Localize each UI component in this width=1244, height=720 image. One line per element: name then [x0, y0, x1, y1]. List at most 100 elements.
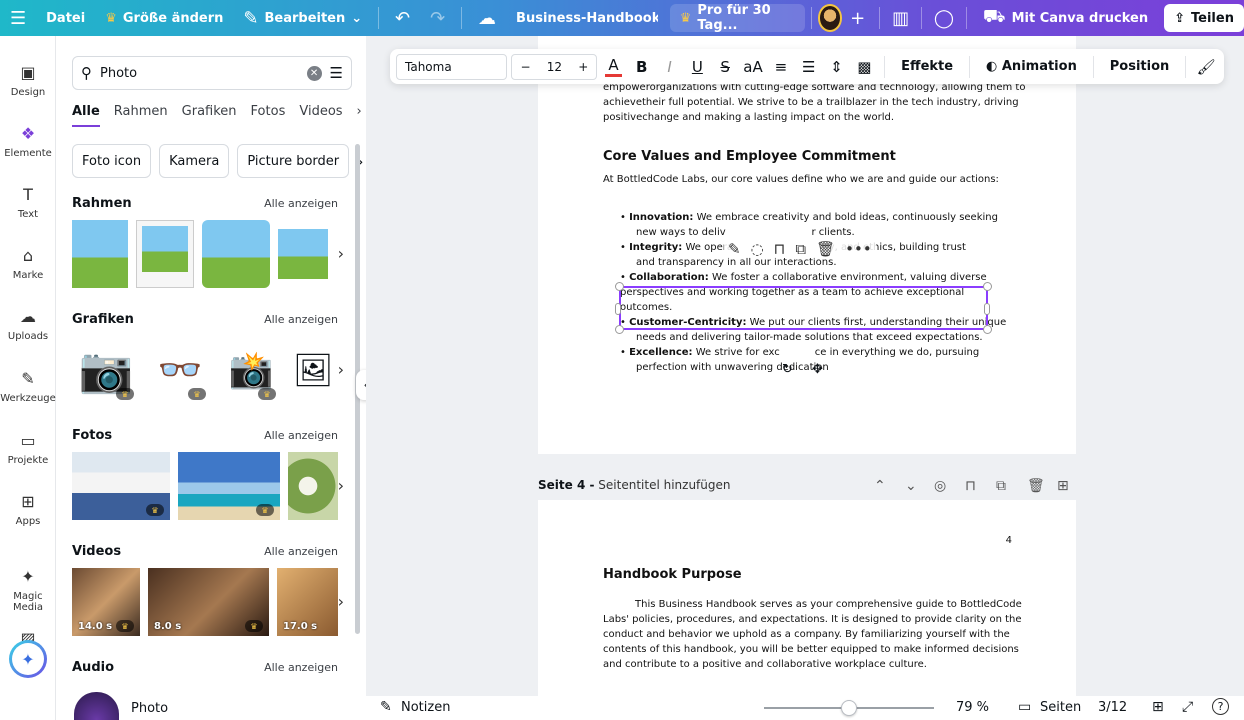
chevron-right-icon[interactable]: › [357, 104, 362, 127]
zoom-level[interactable]: 79 % [956, 700, 989, 715]
spacing-icon[interactable]: ⇕ [825, 58, 849, 76]
chip-photo-icon[interactable]: Foto icon [72, 144, 152, 178]
rail-item-elements[interactable]: ❖ Elemente [0, 125, 56, 160]
see-all-audio[interactable]: Alle anzeigen [264, 661, 338, 674]
see-all-frames[interactable]: Alle anzeigen [264, 197, 338, 210]
rail-item-uploads[interactable]: ☁ Uploads [0, 308, 56, 343]
menu-button[interactable]: ☰ [0, 0, 36, 36]
help-icon[interactable]: ? [1212, 698, 1229, 715]
font-size-value[interactable]: 12 [547, 60, 562, 74]
strikethrough-icon[interactable]: S [713, 58, 737, 76]
photo-thumbnail[interactable] [288, 452, 338, 520]
rail-item-apps[interactable]: ⊞ Apps [0, 493, 56, 528]
align-left-icon[interactable]: ≡ [769, 58, 793, 76]
rail-item-tools[interactable]: ✎ Werkzeuge [0, 370, 56, 405]
chip-picture-border[interactable]: Picture border [237, 144, 350, 178]
clear-search-button[interactable]: ✕ [306, 65, 322, 81]
redo-button[interactable]: ↷ [420, 0, 455, 36]
bold-icon[interactable]: B [630, 58, 654, 76]
photo-frame-graphic[interactable]: 🖼 [290, 336, 336, 404]
resize-handle[interactable] [615, 325, 624, 334]
bullet-list-icon[interactable]: ☰ [797, 58, 821, 76]
lock-icon[interactable]: ⊓ [774, 240, 786, 258]
tab-graphics[interactable]: Grafiken [182, 104, 237, 127]
transparency-icon[interactable]: ▩ [852, 58, 876, 76]
decrease-size-button[interactable]: − [520, 60, 530, 74]
rail-item-magic-media[interactable]: ✦ Magic Media [0, 568, 56, 614]
rail-item-text[interactable]: T Text [0, 186, 56, 221]
font-family-dropdown[interactable]: Tahoma [396, 53, 508, 80]
increase-size-button[interactable]: + [578, 60, 588, 74]
italic-icon[interactable]: I [658, 58, 682, 76]
add-comment-icon[interactable]: ◌ [751, 240, 764, 258]
text-color-icon[interactable]: A [605, 56, 622, 77]
photo-thumbnail[interactable]: ♛ [178, 452, 280, 520]
magic-assistant-button[interactable]: ✦ [9, 640, 47, 678]
chevron-right-icon[interactable]: › [338, 476, 344, 495]
chevron-right-icon[interactable]: › [338, 360, 344, 379]
paint-format-icon[interactable]: 🖌 [1194, 58, 1218, 76]
add-page-icon[interactable]: ⊞ [1057, 478, 1069, 494]
chip-camera[interactable]: Kamera [159, 144, 230, 178]
see-all-videos[interactable]: Alle anzeigen [264, 545, 338, 558]
effects-button[interactable]: Effekte [893, 59, 961, 74]
text-selection-box[interactable] [619, 286, 988, 330]
video-thumbnail[interactable]: 8.0 s ♛ [148, 568, 269, 636]
zoom-slider-knob[interactable] [841, 700, 857, 716]
comments-button[interactable]: ◯ [928, 0, 960, 36]
rotate-icon[interactable]: ↻ [782, 362, 793, 377]
video-thumbnail[interactable]: 17.0 s [277, 568, 338, 636]
frame-thumbnail[interactable] [278, 229, 328, 279]
page-4[interactable]: 4 Handbook Purpose This Business Handboo… [538, 500, 1076, 696]
cloud-save-button[interactable]: ☁ [468, 0, 506, 36]
file-menu[interactable]: Datei [36, 0, 95, 36]
letter-case-icon[interactable]: aA [741, 58, 765, 76]
resize-handle[interactable] [615, 282, 624, 291]
animation-button[interactable]: ◐ Animation [978, 59, 1085, 74]
tab-all[interactable]: Alle [72, 104, 100, 127]
resize-button[interactable]: ♛ Größe ändern [95, 0, 233, 36]
tab-photos[interactable]: Fotos [251, 104, 286, 127]
more-icon[interactable]: ••• [845, 240, 872, 258]
print-button[interactable]: ⛟ Mit Canva drucken [973, 0, 1158, 36]
lock-icon[interactable]: ⊓ [965, 478, 976, 494]
move-icon[interactable]: ✥ [812, 362, 823, 377]
resize-handle[interactable] [615, 303, 621, 315]
tab-videos[interactable]: Videos [299, 104, 342, 127]
resize-handle[interactable] [983, 282, 992, 291]
resize-handle[interactable] [983, 325, 992, 334]
page-up-button[interactable]: ⌃ [874, 478, 886, 494]
rail-item-design[interactable]: ▣ Design [0, 64, 56, 99]
fullscreen-icon[interactable]: ⤢ [1182, 699, 1193, 715]
undo-button[interactable]: ↶ [385, 0, 420, 36]
page-counter[interactable]: 3/12 [1098, 700, 1127, 715]
rail-item-projects[interactable]: ▭ Projekte [0, 432, 56, 467]
add-collaborator-button[interactable]: + [842, 0, 873, 36]
search-input[interactable]: ⚲ Photo ✕ ☰ [72, 56, 352, 90]
hide-page-icon[interactable]: ◎ [934, 478, 946, 494]
delete-icon[interactable]: 🗑 [816, 240, 835, 258]
rail-item-brand[interactable]: ⌂ Marke [0, 247, 56, 282]
font-size-stepper[interactable]: − 12 + [511, 53, 598, 80]
insights-button[interactable]: ▥ [886, 0, 915, 36]
magic-write-icon[interactable]: ✎ [728, 240, 741, 258]
audio-thumbnail[interactable] [74, 692, 119, 720]
duplicate-page-icon[interactable]: ⧉ [996, 478, 1006, 494]
photo-thumbnail[interactable]: ♛ [72, 452, 170, 520]
frame-thumbnail[interactable] [72, 220, 128, 288]
see-all-graphics[interactable]: Alle anzeigen [264, 313, 338, 326]
party-props-graphic[interactable]: 👓 ♛ [148, 336, 212, 404]
frame-thumbnail[interactable] [202, 220, 270, 288]
underline-icon[interactable]: U [685, 58, 709, 76]
delete-page-icon[interactable]: 🗑 [1027, 478, 1045, 494]
grid-view-icon[interactable]: ⊞ [1152, 699, 1164, 715]
document-title[interactable]: Business-Handbook-Tem... [506, 0, 658, 36]
edit-menu[interactable]: ✎ Bearbeiten ⌄ [233, 0, 372, 36]
page-title-input[interactable]: Seitentitel hinzufügen [598, 478, 730, 492]
video-thumbnail[interactable]: 14.0 s ♛ [72, 568, 140, 636]
avatar[interactable] [817, 4, 843, 32]
resize-handle[interactable] [984, 303, 990, 315]
tab-frames[interactable]: Rahmen [114, 104, 168, 127]
share-button[interactable]: ⇪ Teilen [1164, 4, 1244, 32]
camera-hands-graphic[interactable]: 📸 ♛ [220, 336, 282, 404]
